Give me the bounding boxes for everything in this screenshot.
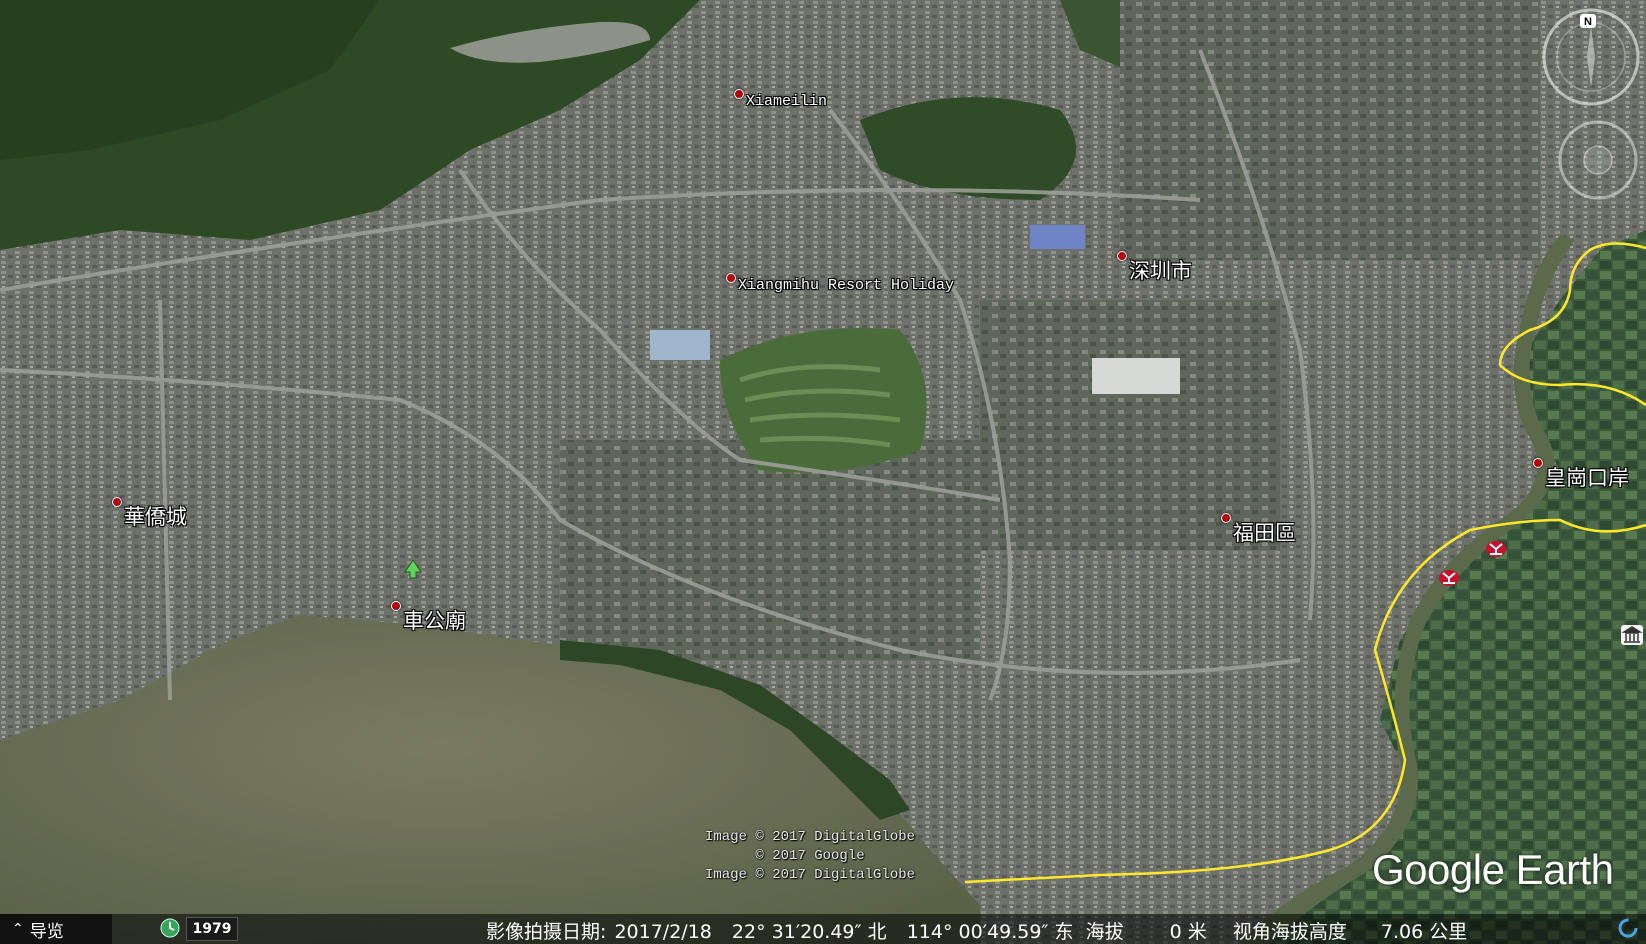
svg-text:N: N bbox=[1584, 16, 1592, 28]
elevation-label: 海拔 bbox=[1085, 921, 1124, 943]
place-label: 車公廟 bbox=[403, 609, 466, 633]
status-readout: 影像拍摄日期: 2017/2/18 22° 31′20.49″ 北 114° 0… bbox=[486, 917, 1481, 944]
place-huaqiaocheng[interactable]: 華僑城 bbox=[112, 497, 187, 531]
historical-imagery-year[interactable]: 1979 bbox=[186, 917, 238, 941]
hk-mtr-icon[interactable] bbox=[1438, 568, 1460, 588]
place-pin-icon bbox=[391, 601, 401, 611]
place-huanggang[interactable]: 皇崗口岸 bbox=[1533, 458, 1629, 492]
navigation-toggle-button[interactable]: ⌃ 导览 bbox=[0, 914, 112, 944]
place-label: 深圳市 bbox=[1129, 259, 1192, 283]
attribution-line: © 2017 Google bbox=[755, 848, 865, 864]
google-earth-logo: Google Earth bbox=[1372, 846, 1614, 893]
eye-altitude-value: 7.06 公里 bbox=[1380, 921, 1468, 943]
place-label: 皇崗口岸 bbox=[1545, 466, 1629, 490]
latitude: 22° 31′20.49″ 北 bbox=[731, 921, 887, 943]
place-futian[interactable]: 福田區 bbox=[1221, 513, 1296, 547]
place-pin-icon bbox=[1533, 458, 1543, 468]
compass-icon[interactable]: N bbox=[1540, 6, 1642, 108]
chevron-up-icon: ⌃ bbox=[12, 921, 24, 937]
place-pin-icon bbox=[112, 497, 122, 507]
clock-icon[interactable] bbox=[160, 918, 180, 938]
imagery-date: 2017/2/18 bbox=[614, 921, 712, 943]
place-pin-icon bbox=[726, 273, 736, 283]
navigation-label: 导览 bbox=[29, 921, 64, 942]
place-pin-icon bbox=[1117, 251, 1127, 261]
look-joystick-icon[interactable] bbox=[1556, 118, 1640, 202]
attribution-line: Image © 2017 DigitalGlobe bbox=[705, 867, 916, 883]
place-pin-icon bbox=[734, 89, 744, 99]
imagery-attribution: Image © 2017 DigitalGlobe © 2017 Google … bbox=[705, 828, 915, 885]
place-label: 福田區 bbox=[1233, 521, 1296, 545]
longitude: 114° 00′49.59″ 东 bbox=[906, 921, 1074, 943]
place-chegongmiao[interactable]: 車公廟 bbox=[391, 601, 466, 635]
year-value: 1979 bbox=[192, 921, 232, 937]
place-label: 華僑城 bbox=[124, 505, 187, 529]
map-viewport[interactable]: Xiameilin Xiangmihu Resort Holiday 深圳市 華… bbox=[0, 0, 1646, 944]
eye-altitude-label: 视角海拔高度 bbox=[1232, 921, 1347, 943]
imagery-date-label: 影像拍摄日期: bbox=[486, 921, 607, 943]
place-label: Xiangmihu Resort Holiday bbox=[738, 277, 955, 294]
place-xiangmihu[interactable]: Xiangmihu Resort Holiday bbox=[726, 273, 954, 294]
attribution-line: Image © 2017 DigitalGlobe bbox=[705, 829, 916, 845]
place-label: Xiameilin bbox=[746, 93, 828, 110]
satellite-imagery bbox=[0, 0, 1646, 944]
hk-mtr-icon[interactable] bbox=[1485, 539, 1507, 559]
museum-icon[interactable] bbox=[1620, 624, 1644, 646]
place-pin-icon bbox=[1221, 513, 1231, 523]
loading-icon bbox=[1618, 918, 1638, 938]
tree-icon[interactable] bbox=[404, 560, 422, 580]
place-shenzhen[interactable]: 深圳市 bbox=[1117, 251, 1192, 285]
elevation-value: 0 米 bbox=[1169, 921, 1207, 943]
place-xiameilin[interactable]: Xiameilin bbox=[734, 89, 827, 110]
